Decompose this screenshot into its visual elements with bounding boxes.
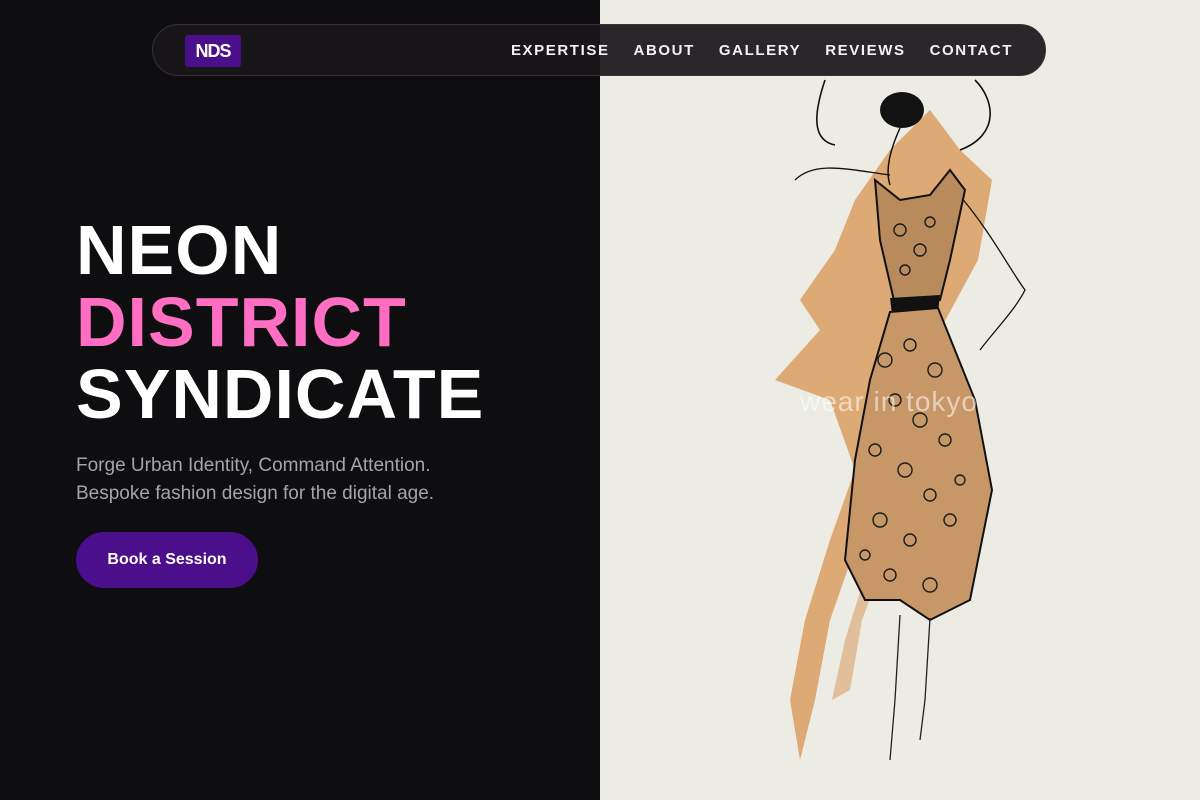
tagline-line2: Bespoke fashion design for the digital a… xyxy=(76,483,435,504)
nds-logo[interactable]: NDS xyxy=(185,35,241,67)
image-watermark: wear in tokyo xyxy=(800,386,978,417)
nav-links: EXPERTISE ABOUT GALLERY REVIEWS CONTACT xyxy=(511,25,1013,75)
nav-link-expertise[interactable]: EXPERTISE xyxy=(511,42,610,59)
nav-link-about[interactable]: ABOUT xyxy=(634,42,695,59)
fashion-sketch-image: wear in tokyo xyxy=(600,0,1200,800)
hero-title: NEON DISTRICT SYNDICATE xyxy=(76,214,484,430)
hero-title-line2: DISTRICT xyxy=(76,283,407,361)
hero-tagline: Forge Urban Identity, Command Attention.… xyxy=(76,452,434,508)
nav-link-reviews[interactable]: REVIEWS xyxy=(825,42,905,59)
tagline-line1: Forge Urban Identity, Command Attention. xyxy=(76,455,431,476)
book-session-button[interactable]: Book a Session xyxy=(76,532,258,588)
hero-title-line3: SYNDICATE xyxy=(76,355,485,433)
top-navbar: NDS EXPERTISE ABOUT GALLERY REVIEWS CONT… xyxy=(152,24,1046,76)
nav-link-contact[interactable]: CONTACT xyxy=(930,42,1013,59)
hero-title-line1: NEON xyxy=(76,211,283,289)
nav-link-gallery[interactable]: GALLERY xyxy=(719,42,801,59)
